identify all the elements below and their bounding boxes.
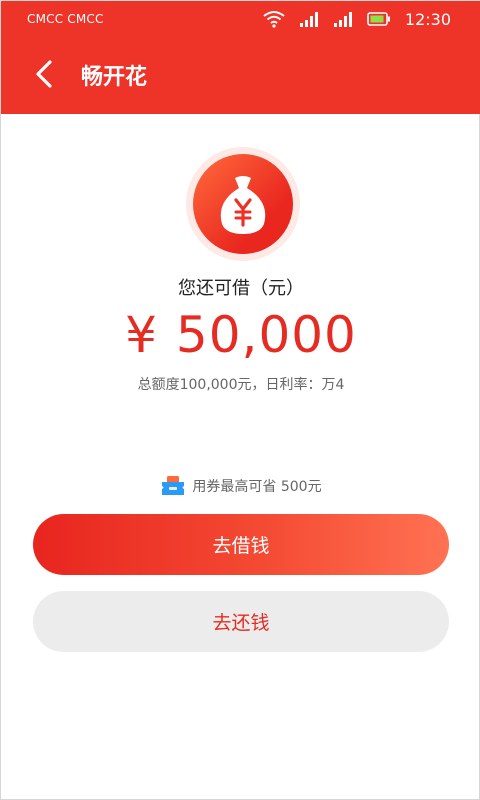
clock: 12:30 — [404, 9, 451, 29]
signal-icon — [333, 12, 352, 27]
money-bag-icon — [220, 176, 266, 234]
repay-button[interactable]: 去还钱 — [33, 591, 449, 652]
chevron-left-icon — [36, 60, 52, 88]
money-bag-circle — [193, 154, 293, 254]
wifi-icon — [263, 11, 285, 28]
back-button[interactable] — [27, 57, 61, 91]
coupon-icon — [162, 476, 185, 495]
signal-icon — [299, 12, 318, 27]
available-amount: ¥50,000 — [1, 306, 480, 364]
available-label: 您还可借（元） — [178, 278, 304, 299]
coupon-hint: 用券最高可省 500元 — [1, 475, 480, 497]
borrow-button[interactable]: 去借钱 — [33, 514, 449, 575]
currency-symbol: ¥ — [125, 306, 158, 364]
carrier-label: CMCC CMCC — [27, 12, 104, 26]
app-header: 畅开花 — [1, 37, 480, 114]
status-bar: CMCC CMCC 12:30 — [1, 1, 480, 37]
amount-value: 50,000 — [175, 306, 357, 364]
page-title: 畅开花 — [81, 65, 148, 90]
money-bag-badge — [186, 147, 300, 261]
battery-icon — [367, 12, 390, 26]
coupon-text: 用券最高可省 500元 — [192, 479, 322, 495]
status-icons: 12:30 — [263, 7, 451, 31]
quota-info: 总额度100,000元，日利率：万4 — [137, 377, 345, 393]
